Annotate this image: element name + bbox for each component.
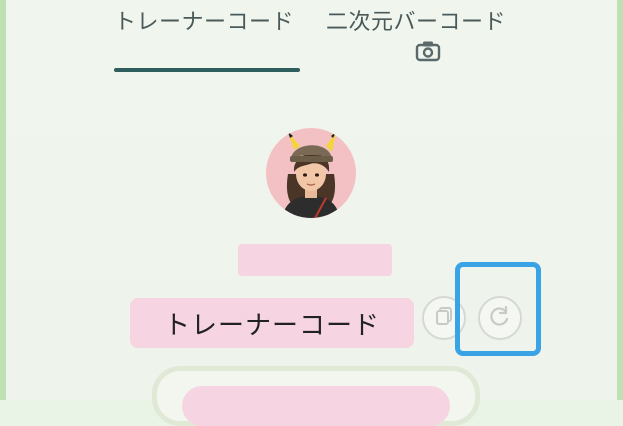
copy-icon — [433, 305, 455, 331]
tab-qr-code[interactable]: 二次元バーコード — [326, 4, 506, 36]
trainer-code-label: トレーナーコード — [163, 310, 380, 341]
trainer-code-field: トレーナーコード — [130, 298, 414, 348]
qr-card-pill — [182, 386, 450, 426]
active-tab-indicator — [114, 68, 300, 72]
camera-icon[interactable] — [414, 40, 442, 62]
tab-trainer-code[interactable]: トレーナーコード — [114, 4, 294, 36]
trainer-name-placeholder — [238, 244, 392, 276]
refresh-highlight-box — [455, 262, 541, 356]
trainer-code-panel: トレーナーコード 二次元バーコード トレーナーコード — [0, 0, 623, 426]
avatar — [266, 128, 356, 218]
